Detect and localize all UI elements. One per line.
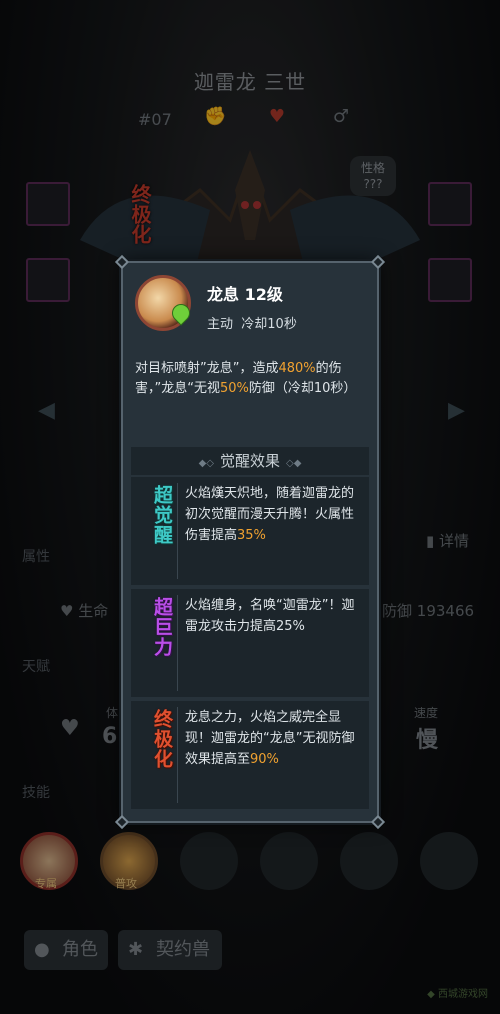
desc-highlight: 50%	[219, 381, 249, 396]
desc-text: 对目标喷射”龙息”，造成	[135, 361, 279, 376]
awaken-row: 超觉醒 火焰熯天炽地，随着迦雷龙的初次觉醒而漫天升腾！火属性伤害提高35%	[131, 477, 369, 585]
awaken-header-label: 觉醒效果	[219, 452, 280, 470]
ornament-icon: ◆◇	[198, 458, 214, 469]
awaken-divider	[177, 707, 178, 803]
awaken-badge: 超觉醒	[151, 485, 173, 545]
awaken-divider	[177, 595, 178, 691]
skill-cooldown: 冷却10秒	[241, 317, 297, 332]
awaken-badge: 终极化	[151, 709, 173, 769]
skill-description: 对目标喷射”龙息”，造成480%的伤害，”龙息“无视50%防御（冷却10秒）	[135, 359, 367, 399]
awaken-badge: 超巨力	[151, 597, 173, 657]
awaken-header: ◆◇ 觉醒效果 ◇◆	[131, 447, 369, 475]
desc-highlight: 480%	[278, 361, 316, 376]
awaken-text: 火焰熯天炽地，随着迦雷龙的初次觉醒而漫天升腾！火属性伤害提高35%	[185, 483, 363, 546]
skill-type: 主动	[207, 317, 234, 332]
awaken-divider	[177, 483, 178, 579]
dragon-breath-skill-icon	[135, 275, 194, 331]
skill-name: 龙息 12级	[207, 285, 283, 304]
awaken-row: 超巨力 火焰缠身，名唤“迦雷龙”！迦雷龙攻击力提高25%	[131, 589, 369, 697]
awaken-text-part: 火焰缠身，名唤“迦雷龙”！迦雷龙攻击力提高25%	[185, 598, 355, 634]
awaken-text: 火焰缠身，名唤“迦雷龙”！迦雷龙攻击力提高25%	[185, 595, 363, 637]
leaf-gem-icon	[168, 300, 194, 326]
desc-text: 防御（冷却10秒）	[248, 381, 357, 396]
awaken-text-part: 火焰熯天炽地，随着迦雷龙的初次觉醒而漫天升腾！火属性伤害提高	[185, 486, 355, 543]
skill-meta: 主动 冷却10秒	[207, 313, 297, 332]
awaken-highlight: 35%	[237, 528, 266, 543]
awaken-text: 龙息之力，火焰之威完全显现！迦雷龙的“龙息”无视防御效果提高至90%	[185, 707, 363, 770]
skill-popup: 龙息 12级 主动 冷却10秒 对目标喷射”龙息”，造成480%的伤害，”龙息“…	[114, 254, 386, 830]
awaken-row: 终极化 龙息之力，火焰之威完全显现！迦雷龙的“龙息”无视防御效果提高至90%	[131, 701, 369, 809]
awaken-highlight: 90%	[250, 752, 279, 767]
ornament-icon: ◇◆	[286, 458, 302, 469]
